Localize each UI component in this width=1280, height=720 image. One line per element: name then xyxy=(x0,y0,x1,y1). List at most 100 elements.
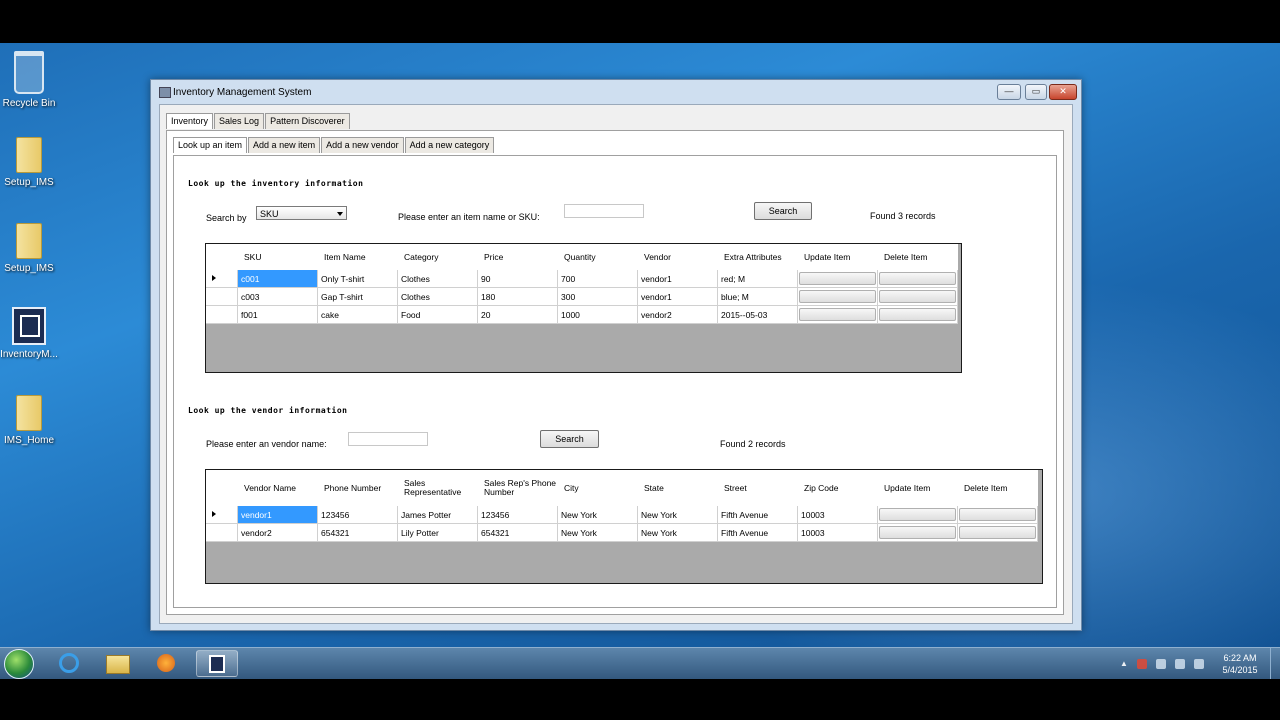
table-cell[interactable]: 654321 xyxy=(318,524,398,542)
column-header[interactable]: State xyxy=(638,470,718,506)
taskbar-file-explorer[interactable] xyxy=(96,650,138,677)
table-cell[interactable]: Clothes xyxy=(398,288,478,306)
show-desktop-button[interactable] xyxy=(1270,648,1280,679)
tab-add-new-vendor[interactable]: Add a new vendor xyxy=(321,137,404,153)
table-cell[interactable]: New York xyxy=(558,524,638,542)
table-cell[interactable]: 654321 xyxy=(478,524,558,542)
table-cell[interactable]: cake xyxy=(318,306,398,324)
table-cell[interactable]: 90 xyxy=(478,270,558,288)
system-clock[interactable]: 6:22 AM 5/4/2015 xyxy=(1214,652,1266,676)
delete-vendor-button[interactable] xyxy=(959,508,1036,521)
column-header[interactable]: Update Item xyxy=(878,470,958,506)
table-row[interactable]: c003 Gap T-shirt Clothes 180 300 vendor1… xyxy=(206,288,958,306)
table-row[interactable]: f001 cake Food 20 1000 vendor2 2015--05-… xyxy=(206,306,958,324)
desktop-icon-ims-home[interactable]: IMS_Home xyxy=(0,395,64,446)
table-cell[interactable]: red; M xyxy=(718,270,798,288)
row-header[interactable] xyxy=(206,506,238,524)
row-header[interactable] xyxy=(206,288,238,306)
vendor-search-input[interactable] xyxy=(348,432,428,446)
vendor-search-button[interactable]: Search xyxy=(540,430,599,448)
column-header[interactable]: Update Item xyxy=(798,244,878,270)
update-vendor-button[interactable] xyxy=(879,508,956,521)
table-cell[interactable]: 20 xyxy=(478,306,558,324)
column-header[interactable]: Category xyxy=(398,244,478,270)
column-header[interactable]: Delete Item xyxy=(958,470,1038,506)
table-cell[interactable]: 10003 xyxy=(798,506,878,524)
table-cell[interactable]: vendor2 xyxy=(638,306,718,324)
title-bar[interactable]: Inventory Management System — ▭ ✕ xyxy=(151,80,1081,104)
search-by-dropdown[interactable]: SKU xyxy=(256,206,347,220)
item-search-button[interactable]: Search xyxy=(754,202,812,220)
table-cell[interactable]: vendor1 xyxy=(238,506,318,524)
column-header[interactable]: Delete Item xyxy=(878,244,958,270)
taskbar-inventory-app[interactable] xyxy=(196,650,238,677)
row-header[interactable] xyxy=(206,306,238,324)
item-search-input[interactable] xyxy=(564,204,644,218)
delete-item-button[interactable] xyxy=(879,308,956,321)
delete-item-button[interactable] xyxy=(879,272,956,285)
column-header[interactable]: SKU xyxy=(238,244,318,270)
volume-icon[interactable] xyxy=(1194,659,1204,669)
tab-add-new-item[interactable]: Add a new item xyxy=(248,137,321,153)
column-header[interactable]: Price xyxy=(478,244,558,270)
table-cell[interactable]: Lily Potter xyxy=(398,524,478,542)
desktop-icon-setup-ims-zip[interactable]: Setup_IMS xyxy=(0,137,64,188)
column-header[interactable]: Extra Attributes xyxy=(718,244,798,270)
table-cell[interactable]: 1000 xyxy=(558,306,638,324)
start-button[interactable] xyxy=(4,649,34,679)
update-item-button[interactable] xyxy=(799,308,876,321)
maximize-button[interactable]: ▭ xyxy=(1025,84,1047,100)
table-cell[interactable]: Clothes xyxy=(398,270,478,288)
column-header[interactable]: Sales Representative xyxy=(398,470,478,506)
desktop-icon-inventory-app[interactable]: InventoryM... xyxy=(0,307,64,360)
table-cell[interactable]: James Potter xyxy=(398,506,478,524)
taskbar-media-player[interactable] xyxy=(145,650,187,677)
row-header[interactable] xyxy=(206,524,238,542)
desktop-icon-setup-ims-folder[interactable]: Setup_IMS xyxy=(0,223,64,274)
column-header[interactable]: Vendor Name xyxy=(238,470,318,506)
column-header[interactable]: Zip Code xyxy=(798,470,878,506)
column-header[interactable]: City xyxy=(558,470,638,506)
table-cell[interactable]: 10003 xyxy=(798,524,878,542)
row-header[interactable] xyxy=(206,270,238,288)
table-row[interactable]: c001 Only T-shirt Clothes 90 700 vendor1… xyxy=(206,270,958,288)
table-cell[interactable]: 123456 xyxy=(478,506,558,524)
table-cell[interactable]: f001 xyxy=(238,306,318,324)
table-cell[interactable]: 300 xyxy=(558,288,638,306)
table-cell[interactable]: Fifth Avenue xyxy=(718,506,798,524)
column-header[interactable]: Sales Rep's Phone Number xyxy=(478,470,558,506)
update-item-button[interactable] xyxy=(799,290,876,303)
table-cell[interactable]: c003 xyxy=(238,288,318,306)
tab-inventory[interactable]: Inventory xyxy=(166,113,214,129)
column-header[interactable]: Quantity xyxy=(558,244,638,270)
table-cell[interactable]: 180 xyxy=(478,288,558,306)
tab-pattern-discoverer[interactable]: Pattern Discoverer xyxy=(265,113,350,129)
show-hidden-icons-icon[interactable]: ▲ xyxy=(1120,659,1130,669)
taskbar-internet-explorer[interactable] xyxy=(48,650,90,677)
action-center-icon[interactable] xyxy=(1137,659,1147,669)
tab-add-new-category[interactable]: Add a new category xyxy=(404,137,495,153)
table-cell[interactable]: c001 xyxy=(238,270,318,288)
table-cell[interactable]: blue; M xyxy=(718,288,798,306)
close-button[interactable]: ✕ xyxy=(1049,84,1077,100)
table-cell[interactable]: 700 xyxy=(558,270,638,288)
table-cell[interactable]: Fifth Avenue xyxy=(718,524,798,542)
desktop-icon-recycle-bin[interactable]: Recycle Bin xyxy=(0,51,64,109)
table-cell[interactable]: vendor2 xyxy=(238,524,318,542)
delete-item-button[interactable] xyxy=(879,290,956,303)
table-cell[interactable]: vendor1 xyxy=(638,288,718,306)
column-header[interactable]: Phone Number xyxy=(318,470,398,506)
tab-look-up-item[interactable]: Look up an item xyxy=(173,137,248,153)
table-row[interactable]: vendor2 654321 Lily Potter 654321 New Yo… xyxy=(206,524,1038,542)
table-cell[interactable]: 123456 xyxy=(318,506,398,524)
network-icon[interactable] xyxy=(1175,659,1185,669)
column-header[interactable]: Item Name xyxy=(318,244,398,270)
tab-sales-log[interactable]: Sales Log xyxy=(214,113,265,129)
update-vendor-button[interactable] xyxy=(879,526,956,539)
table-cell[interactable]: New York xyxy=(638,506,718,524)
delete-vendor-button[interactable] xyxy=(959,526,1036,539)
table-cell[interactable]: Food xyxy=(398,306,478,324)
device-icon[interactable] xyxy=(1156,659,1166,669)
table-cell[interactable]: Gap T-shirt xyxy=(318,288,398,306)
column-header[interactable]: Street xyxy=(718,470,798,506)
